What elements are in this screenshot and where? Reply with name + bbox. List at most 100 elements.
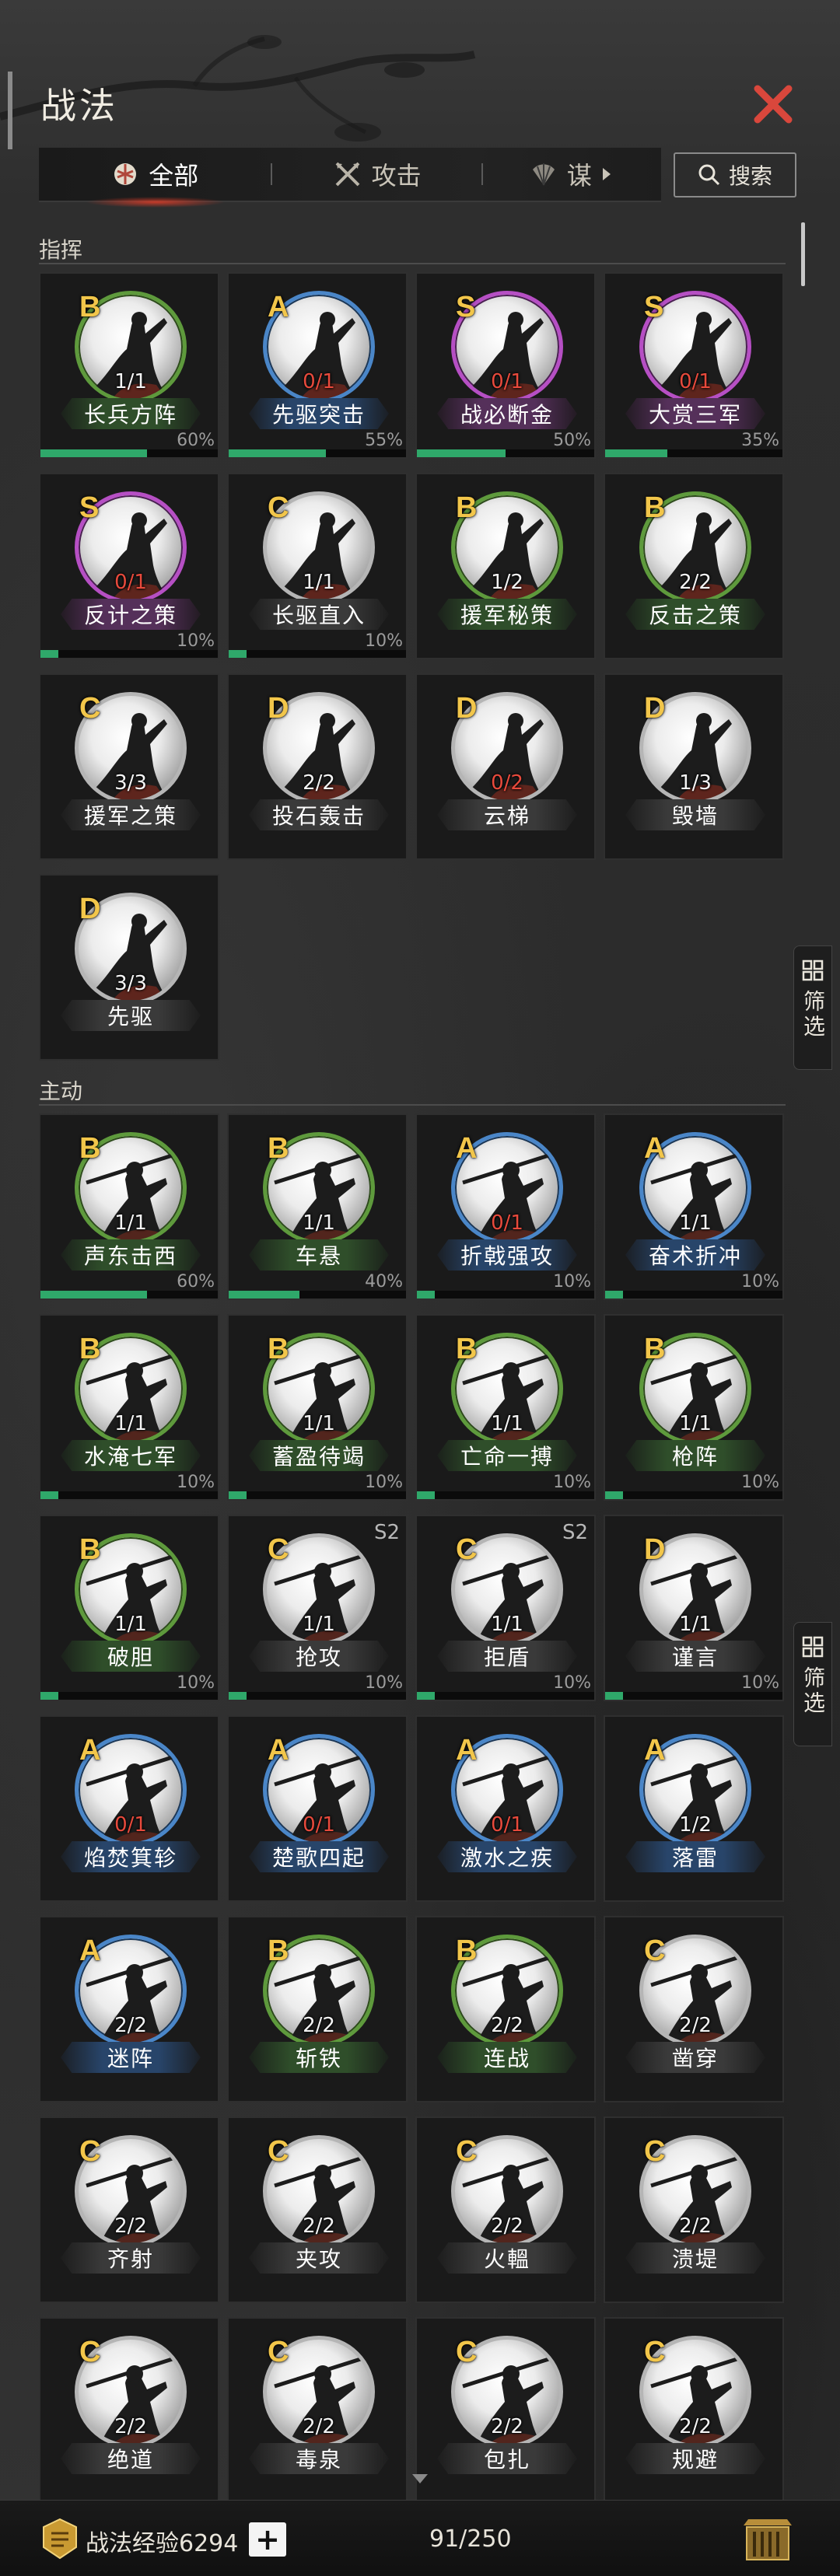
tactic-card[interactable]: B 1/1 水淹七军 10%	[39, 1314, 219, 1501]
tactic-count: 2/2	[114, 2214, 147, 2238]
tactic-name: 援军之策	[61, 799, 201, 830]
progress-percent: 10%	[365, 631, 403, 651]
tactic-card[interactable]: C 1/1 抢攻 S2 10%	[227, 1515, 408, 1701]
tactic-card[interactable]: A 0/1 焰焚箕轸	[39, 1715, 219, 1902]
progress-bar	[605, 1491, 782, 1499]
tactic-count: 1/1	[491, 1613, 523, 1636]
tactic-card[interactable]: A 0/1 先驱突击 55%	[227, 272, 408, 459]
tactic-card[interactable]: B 1/1 枪阵 10%	[604, 1314, 784, 1501]
progress-bar	[229, 449, 406, 457]
tactic-count: 3/3	[114, 771, 147, 795]
tactic-card[interactable]: C 2/2 包扎	[415, 2317, 596, 2504]
gate-icon[interactable]	[742, 2513, 793, 2564]
tactic-card[interactable]: B 1/2 援军秘策	[415, 473, 596, 659]
tactic-card[interactable]: A 1/1 奋术折冲 10%	[604, 1113, 784, 1300]
tactic-card[interactable]: A 2/2 迷阵	[39, 1916, 219, 2102]
tactic-card[interactable]: C 2/2 溃堤	[604, 2116, 784, 2303]
close-button[interactable]	[748, 79, 798, 129]
grade-badge: A	[79, 1734, 101, 1767]
tactic-card[interactable]: B 1/1 蓄盈待竭 10%	[227, 1314, 408, 1501]
tactic-card[interactable]: C 3/3 援军之策	[39, 673, 219, 860]
tactic-card[interactable]: D 3/3 先驱	[39, 874, 219, 1061]
progress-fill	[605, 449, 667, 457]
progress-bar	[40, 449, 218, 457]
tactic-count: 1/1	[303, 571, 335, 594]
tactic-card[interactable]: A 0/1 楚歌四起	[227, 1715, 408, 1902]
tactic-name: 拒盾	[437, 1641, 577, 1672]
tab-strategy[interactable]: 谋	[483, 147, 661, 201]
grade-badge: C	[268, 2336, 289, 2368]
progress-bar	[417, 449, 594, 457]
category-tabs: 全部 攻击 谋	[39, 147, 661, 208]
tactic-count: 0/1	[114, 571, 147, 594]
tactic-name: 夹攻	[249, 2242, 389, 2274]
progress-percent: 10%	[177, 1673, 215, 1693]
progress-bar	[40, 1491, 218, 1499]
tactic-card[interactable]: B 1/1 车悬 40%	[227, 1113, 408, 1300]
tactic-card[interactable]: C 1/1 长驱直入 10%	[227, 473, 408, 659]
tactic-name: 战必断金	[437, 398, 577, 429]
progress-fill	[229, 1291, 300, 1298]
all-icon	[114, 163, 137, 185]
tactic-card[interactable]: B 1/1 破胆 10%	[39, 1515, 219, 1701]
tactic-name: 抢攻	[249, 1641, 389, 1672]
tactic-card[interactable]: C 2/2 毒泉	[227, 2317, 408, 2504]
add-experience-button[interactable]: +	[249, 2522, 286, 2557]
grade-badge: A	[456, 1734, 478, 1767]
tactic-card[interactable]: S 0/1 战必断金 50%	[415, 272, 596, 459]
tactic-card[interactable]: D 2/2 投石轰击	[227, 673, 408, 860]
tactic-card[interactable]: B 1/1 亡命一搏 10%	[415, 1314, 596, 1501]
progress-fill	[40, 1291, 147, 1298]
grade-badge: A	[456, 1132, 478, 1165]
grade-badge: C	[268, 2135, 289, 2168]
crossed-swords-icon	[335, 162, 360, 187]
tactic-card[interactable]: D 0/2 云梯	[415, 673, 596, 860]
tab-all[interactable]: 全部	[39, 147, 271, 208]
tactic-count: 2/2	[303, 2214, 335, 2238]
tactic-card[interactable]: S 0/1 反计之策 10%	[39, 473, 219, 659]
tactic-name: 亡命一搏	[437, 1440, 577, 1471]
tactic-card[interactable]: B 2/2 斩铁	[227, 1916, 408, 2102]
bottom-bar: 战法经验6294 + 91/250	[0, 2500, 840, 2576]
tactic-card[interactable]: D 1/1 谨言 10%	[604, 1515, 784, 1701]
tactic-name: 先驱突击	[249, 398, 389, 429]
tactic-card[interactable]: C 2/2 绝道	[39, 2317, 219, 2504]
tactic-name: 投石轰击	[249, 799, 389, 830]
tactic-card[interactable]: A 1/2 落雷	[604, 1715, 784, 1902]
grade-badge: S	[456, 291, 476, 323]
tactic-card[interactable]: S 0/1 大赏三军 35%	[604, 272, 784, 459]
tab-attack[interactable]: 攻击	[272, 147, 481, 201]
tactic-count: 0/1	[303, 370, 335, 393]
progress-fill	[417, 1692, 435, 1700]
tactic-count: 1/1	[114, 1412, 147, 1435]
tactic-card[interactable]: C 2/2 齐射	[39, 2116, 219, 2303]
tactic-count: 2/2	[114, 2415, 147, 2438]
tactic-count: 0/1	[491, 1211, 523, 1235]
tab-all-label: 全部	[149, 161, 199, 190]
tactic-name: 车悬	[249, 1239, 389, 1271]
tactic-count: 1/2	[491, 571, 523, 594]
tactic-card[interactable]: B 1/1 长兵方阵 60%	[39, 272, 219, 459]
tactic-card[interactable]: A 0/1 激水之疾	[415, 1715, 596, 1902]
tactic-card[interactable]: C 2/2 火轀	[415, 2116, 596, 2303]
grade-badge: D	[644, 1533, 666, 1566]
progress-percent: 50%	[553, 431, 591, 450]
tactic-card[interactable]: B 2/2 反击之策	[604, 473, 784, 659]
tactic-name: 凿穿	[625, 2042, 765, 2073]
tactic-card[interactable]: D 1/3 毁墙	[604, 673, 784, 860]
progress-percent: 10%	[177, 631, 215, 651]
tactic-card[interactable]: C 2/2 规避	[604, 2317, 784, 2504]
filter-button[interactable]: 筛选	[793, 945, 832, 1070]
tactic-card[interactable]: C 1/1 拒盾 S2 10%	[415, 1515, 596, 1701]
tactic-card[interactable]: B 1/1 声东击西 60%	[39, 1113, 219, 1300]
tactic-card[interactable]: A 0/1 折戟强攻 10%	[415, 1113, 596, 1300]
tactic-card[interactable]: C 2/2 凿穿	[604, 1916, 784, 2102]
progress-bar	[605, 1291, 782, 1298]
grade-badge: A	[644, 1132, 666, 1165]
filter-button[interactable]: 筛选	[793, 1622, 832, 1746]
tactic-card[interactable]: C 2/2 夹攻	[227, 2116, 408, 2303]
search-button[interactable]: 搜索	[674, 152, 796, 197]
tactic-card[interactable]: B 2/2 连战	[415, 1916, 596, 2102]
tactic-name: 斩铁	[249, 2042, 389, 2073]
scrollbar-thumb[interactable]	[801, 222, 805, 286]
